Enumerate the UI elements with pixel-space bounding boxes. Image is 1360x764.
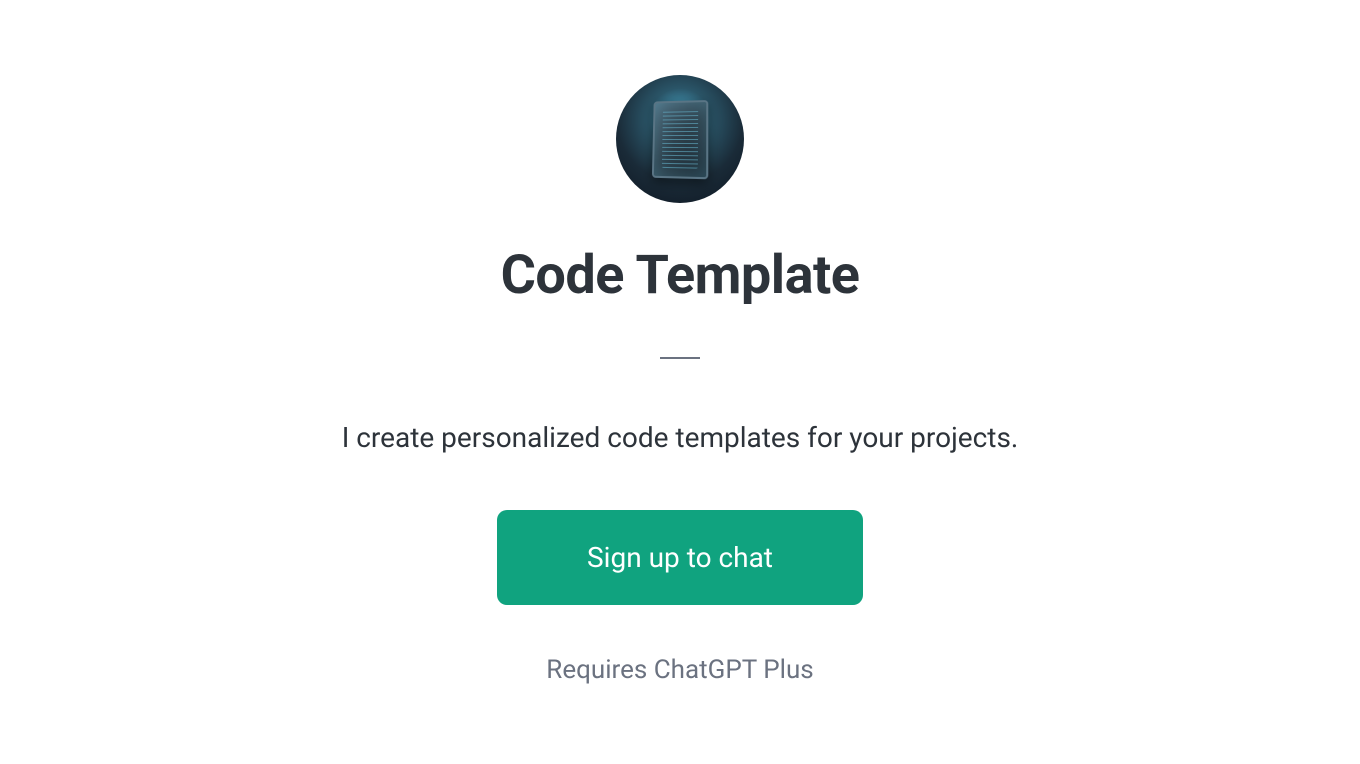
signup-button[interactable]: Sign up to chat <box>497 510 863 605</box>
page-title: Code Template <box>501 244 860 307</box>
gpt-avatar <box>616 75 744 203</box>
divider <box>660 357 700 359</box>
requires-plus-label: Requires ChatGPT Plus <box>546 655 813 685</box>
code-tablet-icon <box>652 100 708 179</box>
page-description: I create personalized code templates for… <box>342 421 1019 454</box>
